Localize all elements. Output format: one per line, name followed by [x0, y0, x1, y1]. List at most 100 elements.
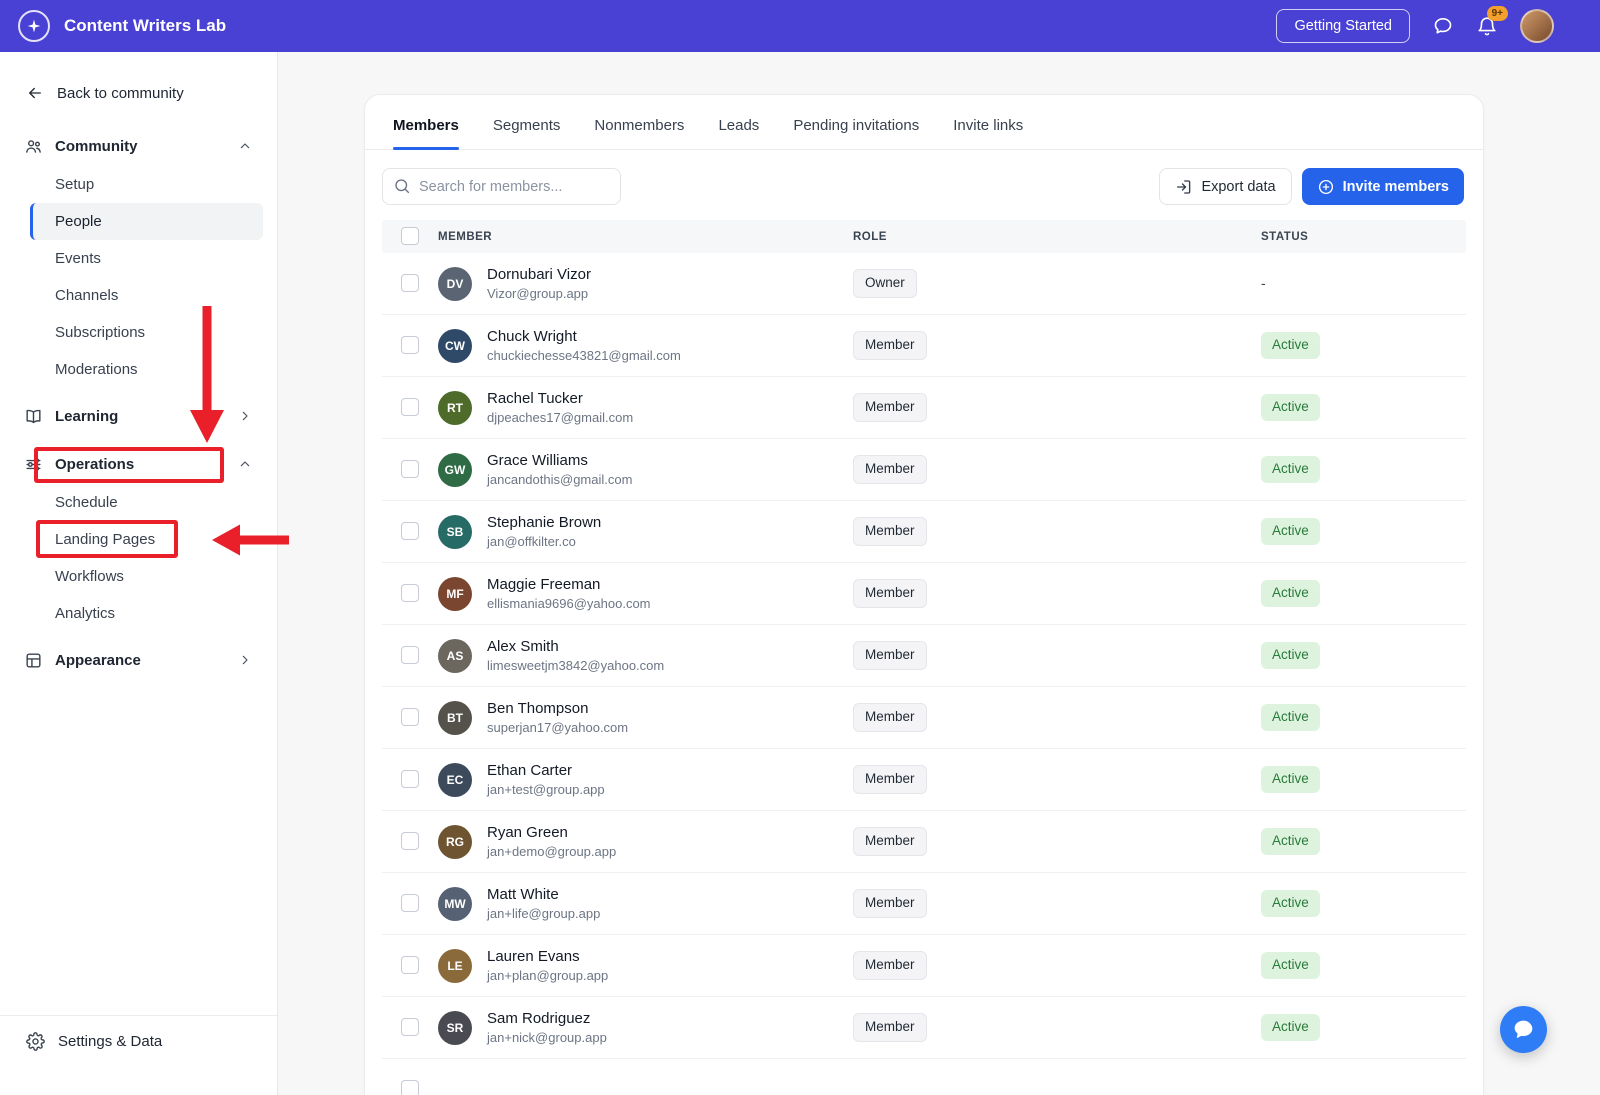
table-row[interactable]: BTBen Thompsonsuperjan17@yahoo.comMember… [382, 687, 1466, 749]
chevron-right-icon [237, 408, 253, 424]
sidebar-item-people[interactable]: People [30, 203, 263, 240]
row-checkbox[interactable] [401, 1018, 419, 1036]
sidebar-item-analytics[interactable]: Analytics [30, 595, 263, 632]
table-row[interactable]: SRSam Rodriguezjan+nick@group.appMemberA… [382, 997, 1466, 1059]
member-avatar: CW [438, 329, 472, 363]
table-row[interactable]: MFMaggie Freemanellismania9696@yahoo.com… [382, 563, 1466, 625]
status-badge: Active [1261, 332, 1320, 358]
member-name: Chuck Wright [487, 328, 681, 345]
search-input[interactable] [382, 168, 621, 205]
table-row[interactable]: SBStephanie Brownjan@offkilter.coMemberA… [382, 501, 1466, 563]
member-name: Alex Smith [487, 638, 664, 655]
tab-members[interactable]: Members [393, 117, 459, 149]
settings-and-data[interactable]: Settings & Data [0, 1015, 277, 1095]
sidebar-item-channels[interactable]: Channels [30, 277, 263, 314]
member-name: Matt White [487, 886, 600, 903]
table-row[interactable]: MWMatt Whitejan+life@group.appMemberActi… [382, 873, 1466, 935]
member-email: jan+test@group.app [487, 782, 605, 797]
sidebar-item-subscriptions[interactable]: Subscriptions [30, 314, 263, 351]
settings-label: Settings & Data [58, 1033, 162, 1050]
row-checkbox[interactable] [401, 770, 419, 788]
section-label: Learning [55, 408, 118, 425]
status-badge: Active [1261, 952, 1320, 978]
chat-icon[interactable] [1432, 15, 1454, 37]
role-badge: Member [853, 765, 927, 793]
back-arrow-icon [26, 84, 44, 102]
status-badge: Active [1261, 456, 1320, 482]
user-avatar[interactable] [1520, 9, 1554, 43]
table-row[interactable]: ECEthan Carterjan+test@group.appMemberAc… [382, 749, 1466, 811]
row-checkbox[interactable] [401, 584, 419, 602]
row-checkbox[interactable] [401, 398, 419, 416]
header-status: STATUS [1261, 231, 1466, 243]
sidebar-item-setup[interactable]: Setup [30, 166, 263, 203]
sidebar-item-workflows[interactable]: Workflows [30, 558, 263, 595]
tab-nonmembers[interactable]: Nonmembers [594, 117, 684, 149]
row-checkbox[interactable] [401, 832, 419, 850]
sidebar-section-community[interactable]: Community [14, 126, 263, 166]
member-email: chuckiechesse43821@gmail.com [487, 348, 681, 363]
row-checkbox[interactable] [401, 460, 419, 478]
header-role: ROLE [853, 231, 1261, 243]
getting-started-button[interactable]: Getting Started [1276, 9, 1410, 43]
table-row[interactable]: RTRachel Tuckerdjpeaches17@gmail.comMemb… [382, 377, 1466, 439]
member-cell: ECEthan Carterjan+test@group.app [438, 762, 853, 797]
tab-pending-invitations[interactable]: Pending invitations [793, 117, 919, 149]
status-badge: Active [1261, 828, 1320, 854]
invite-members-button[interactable]: Invite members [1302, 168, 1464, 205]
chevron-up-icon [237, 138, 253, 154]
table-row[interactable]: LELauren Evansjan+plan@group.appMemberAc… [382, 935, 1466, 997]
sidebar-section-appearance[interactable]: Appearance [14, 640, 263, 680]
member-avatar: MW [438, 887, 472, 921]
member-name: Rachel Tucker [487, 390, 633, 407]
sidebar-item-events[interactable]: Events [30, 240, 263, 277]
member-cell: SBStephanie Brownjan@offkilter.co [438, 514, 853, 549]
sidebar-item-landing-pages[interactable]: Landing Pages [30, 521, 263, 558]
tab-invite-links[interactable]: Invite links [953, 117, 1023, 149]
member-cell: GWGrace Williamsjancandothis@gmail.com [438, 452, 853, 487]
member-email: ellismania9696@yahoo.com [487, 596, 651, 611]
row-checkbox[interactable] [401, 274, 419, 292]
row-checkbox[interactable] [401, 894, 419, 912]
chat-launcher-button[interactable] [1500, 1006, 1547, 1053]
member-name: Lauren Evans [487, 948, 608, 965]
sidebar-item-moderations[interactable]: Moderations [30, 351, 263, 388]
tab-segments[interactable]: Segments [493, 117, 561, 149]
row-checkbox[interactable] [401, 956, 419, 974]
status-value: - [1261, 275, 1266, 291]
main-area: Members Segments Nonmembers Leads Pending in… [278, 52, 1600, 1095]
table-row[interactable]: DVDornubari VizorVizor@group.appOwner- [382, 253, 1466, 315]
app-logo-icon[interactable] [18, 10, 50, 42]
toolbar: Export data Invite members [365, 150, 1483, 220]
header-member: MEMBER [438, 231, 853, 243]
sidebar-section-operations[interactable]: Operations [14, 444, 263, 484]
member-name: Ryan Green [487, 824, 616, 841]
member-email: djpeaches17@gmail.com [487, 410, 633, 425]
learning-icon [24, 407, 43, 426]
sidebar-section-learning[interactable]: Learning [14, 396, 263, 436]
table-row[interactable]: CW Chuck Wright chuckiechesse43821@gmail.c… [382, 315, 1466, 377]
sidebar-item-schedule[interactable]: Schedule [30, 484, 263, 521]
member-email: jan@offkilter.co [487, 534, 601, 549]
tabs: Members Segments Nonmembers Leads Pending in… [365, 95, 1483, 150]
tab-leads[interactable]: Leads [718, 117, 759, 149]
table-row[interactable]: RGRyan Greenjan+demo@group.appMemberActi… [382, 811, 1466, 873]
chat-bubble-icon [1511, 1017, 1536, 1042]
row-checkbox[interactable] [401, 522, 419, 540]
export-data-button[interactable]: Export data [1159, 168, 1291, 205]
back-to-community[interactable]: Back to community [0, 52, 277, 108]
table-row[interactable]: GWGrace Williamsjancandothis@gmail.comMe… [382, 439, 1466, 501]
row-checkbox[interactable] [401, 1080, 419, 1095]
notifications-button[interactable]: 9+ [1476, 15, 1498, 37]
select-all-checkbox[interactable] [401, 227, 419, 245]
export-label: Export data [1201, 179, 1275, 195]
member-cell: RTRachel Tuckerdjpeaches17@gmail.com [438, 390, 853, 425]
app-title: Content Writers Lab [64, 16, 226, 36]
member-name: Ethan Carter [487, 762, 605, 779]
member-email: jan+plan@group.app [487, 968, 608, 983]
table-row[interactable]: ASAlex Smithlimesweetjm3842@yahoo.comMem… [382, 625, 1466, 687]
row-checkbox[interactable] [401, 708, 419, 726]
row-checkbox[interactable] [401, 646, 419, 664]
row-checkbox[interactable] [401, 336, 419, 354]
role-badge: Member [853, 951, 927, 979]
